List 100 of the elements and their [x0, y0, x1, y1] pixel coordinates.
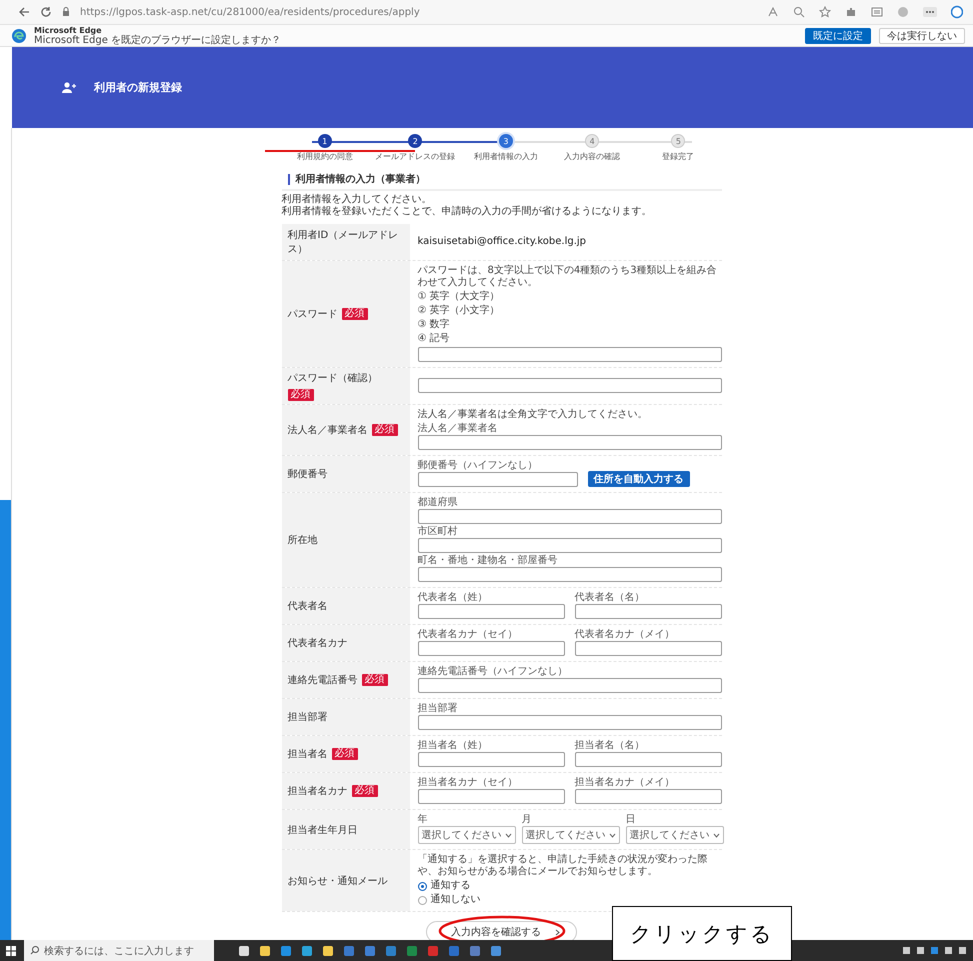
input-field[interactable]: [574, 789, 722, 804]
profile-icon[interactable]: [897, 6, 909, 18]
autofill-button[interactable]: 住所を自動入力する: [588, 471, 690, 487]
radio-label[interactable]: 通知する: [430, 880, 470, 892]
input-caption: 代表者名カナ（セイ）: [418, 629, 518, 640]
step-marker: 3: [498, 134, 513, 148]
input-caption: 市区町村: [418, 526, 458, 537]
input-field[interactable]: [418, 538, 722, 553]
field-label: パスワード: [288, 308, 338, 321]
input-field[interactable]: [574, 752, 722, 767]
collections-icon[interactable]: [871, 6, 883, 18]
back-icon[interactable]: [18, 6, 30, 18]
field-hint: ① 英字（大文字）: [418, 291, 501, 303]
select-field[interactable]: 選択してください: [418, 826, 516, 844]
input-caption: 担当部署: [418, 703, 458, 714]
infobar-title: Microsoft Edge: [34, 26, 103, 35]
zoom-icon[interactable]: [793, 6, 805, 18]
input-caption: 連絡先電話番号（ハイフンなし）: [418, 666, 568, 677]
field-hint: ③ 数字: [418, 319, 451, 331]
app-icon[interactable]: [259, 944, 271, 956]
page-title: 利用者の新規登録: [94, 80, 182, 95]
dismiss-button[interactable]: 今は実行しない: [879, 28, 965, 44]
sidebar-icon[interactable]: [951, 5, 963, 19]
required-badge: 必須: [372, 424, 398, 436]
field-hint: パスワードは、8文字以上で以下の4種類のうち3種類以上を組み合わせて入力してください。: [418, 265, 718, 289]
input-field[interactable]: [574, 604, 722, 619]
app-icon[interactable]: [490, 944, 502, 956]
read-aloud-icon[interactable]: [767, 6, 779, 18]
field-label: 担当部署: [288, 710, 328, 724]
input-caption: 町名・番地・建物名・部屋番号: [418, 555, 558, 566]
extensions-icon[interactable]: [845, 6, 857, 18]
step-label: 登録完了: [662, 151, 694, 162]
field-hint: 法人名／事業者名は全角文字で入力してください。: [418, 409, 648, 421]
intro-text: 利用者情報を入力してください。: [282, 194, 432, 206]
select-caption: 月: [522, 814, 532, 825]
field-hint: 「通知する」を選択すると、申請した手続きの状況が変わった際や、お知らせがある場合にメールでお知らせします。: [418, 854, 708, 878]
chevron-right-icon: [555, 928, 560, 936]
confirm-button[interactable]: 入力内容を確認する: [426, 921, 577, 940]
field-label: 担当者生年月日: [288, 824, 358, 836]
input-field[interactable]: [418, 604, 564, 619]
select-value: 選択してください: [630, 829, 710, 842]
caret-icon: [608, 832, 616, 838]
input-field[interactable]: [418, 789, 564, 804]
field-label: 利用者ID（メールアドレス）: [288, 228, 400, 256]
input-field[interactable]: [418, 435, 722, 450]
field-label: 法人名／事業者名: [288, 424, 368, 437]
input-field[interactable]: [574, 641, 722, 656]
field-label: 代表者名カナ: [288, 636, 348, 650]
taskbar-search[interactable]: 検索するには、ここに入力します: [24, 940, 214, 961]
input-caption: 担当者名（名）: [574, 740, 646, 751]
field-label: 担当者名: [288, 748, 328, 761]
app-icon[interactable]: [322, 944, 334, 956]
input-caption: 都道府県: [418, 497, 458, 508]
input-field[interactable]: [418, 641, 564, 656]
browser-logo-icon: [12, 28, 26, 42]
required-badge: 必須: [342, 308, 368, 320]
select-field[interactable]: 選択してください: [522, 826, 620, 844]
input-caption: 法人名／事業者名: [418, 423, 498, 434]
radio-button[interactable]: [418, 896, 426, 904]
start-icon[interactable]: [6, 946, 16, 956]
input-caption: 郵便番号（ハイフンなし）: [418, 460, 538, 471]
section-title: 利用者情報の入力（事業者）: [296, 172, 426, 186]
caret-icon: [504, 832, 512, 838]
select-value: 選択してください: [526, 829, 606, 842]
input-field[interactable]: [418, 715, 722, 730]
input-caption: 代表者名（名）: [574, 592, 646, 603]
radio-button[interactable]: [418, 882, 426, 890]
default-browser-button[interactable]: 既定に設定: [805, 28, 871, 44]
input-field[interactable]: [418, 509, 722, 524]
step-label: 利用者情報の入力: [474, 152, 538, 162]
favorite-icon[interactable]: [819, 6, 831, 18]
caret-icon: [712, 832, 720, 838]
select-field[interactable]: 選択してください: [626, 826, 724, 844]
radio-label[interactable]: 通知しない: [430, 894, 480, 906]
step-marker: 1: [318, 134, 332, 148]
lock-icon: [62, 7, 70, 17]
field-label: 代表者名: [288, 600, 328, 613]
select-caption: 年: [418, 814, 428, 825]
more-icon[interactable]: [923, 6, 937, 18]
input-field[interactable]: [418, 567, 722, 582]
step-label: メールアドレスの登録: [375, 152, 456, 162]
select-value: 選択してください: [422, 829, 502, 842]
app-icon[interactable]: [301, 944, 313, 956]
field-label: 連絡先電話番号: [288, 674, 358, 687]
step-label: 入力内容の確認: [564, 151, 620, 162]
input-caption: 担当者名カナ（メイ）: [574, 777, 676, 788]
input-caption: 代表者名カナ（メイ）: [574, 629, 676, 640]
field-label: 担当者名カナ: [288, 784, 348, 798]
intro-text: 利用者情報を登録いただくことで、申請時の入力の手間が省けるようになります。: [282, 206, 652, 218]
input-field[interactable]: [418, 472, 578, 487]
field-hint: ② 英字（小文字）: [418, 305, 501, 317]
input-field[interactable]: [418, 678, 722, 693]
input-caption: 代表者名（姓）: [418, 592, 488, 603]
input-field[interactable]: [418, 347, 722, 362]
input-field[interactable]: [418, 378, 722, 393]
refresh-icon[interactable]: [40, 6, 52, 18]
field-label: パスワード（確認）: [288, 372, 378, 385]
app-icon[interactable]: [238, 944, 250, 956]
step-marker: 5: [671, 134, 686, 148]
input-field[interactable]: [418, 752, 564, 767]
